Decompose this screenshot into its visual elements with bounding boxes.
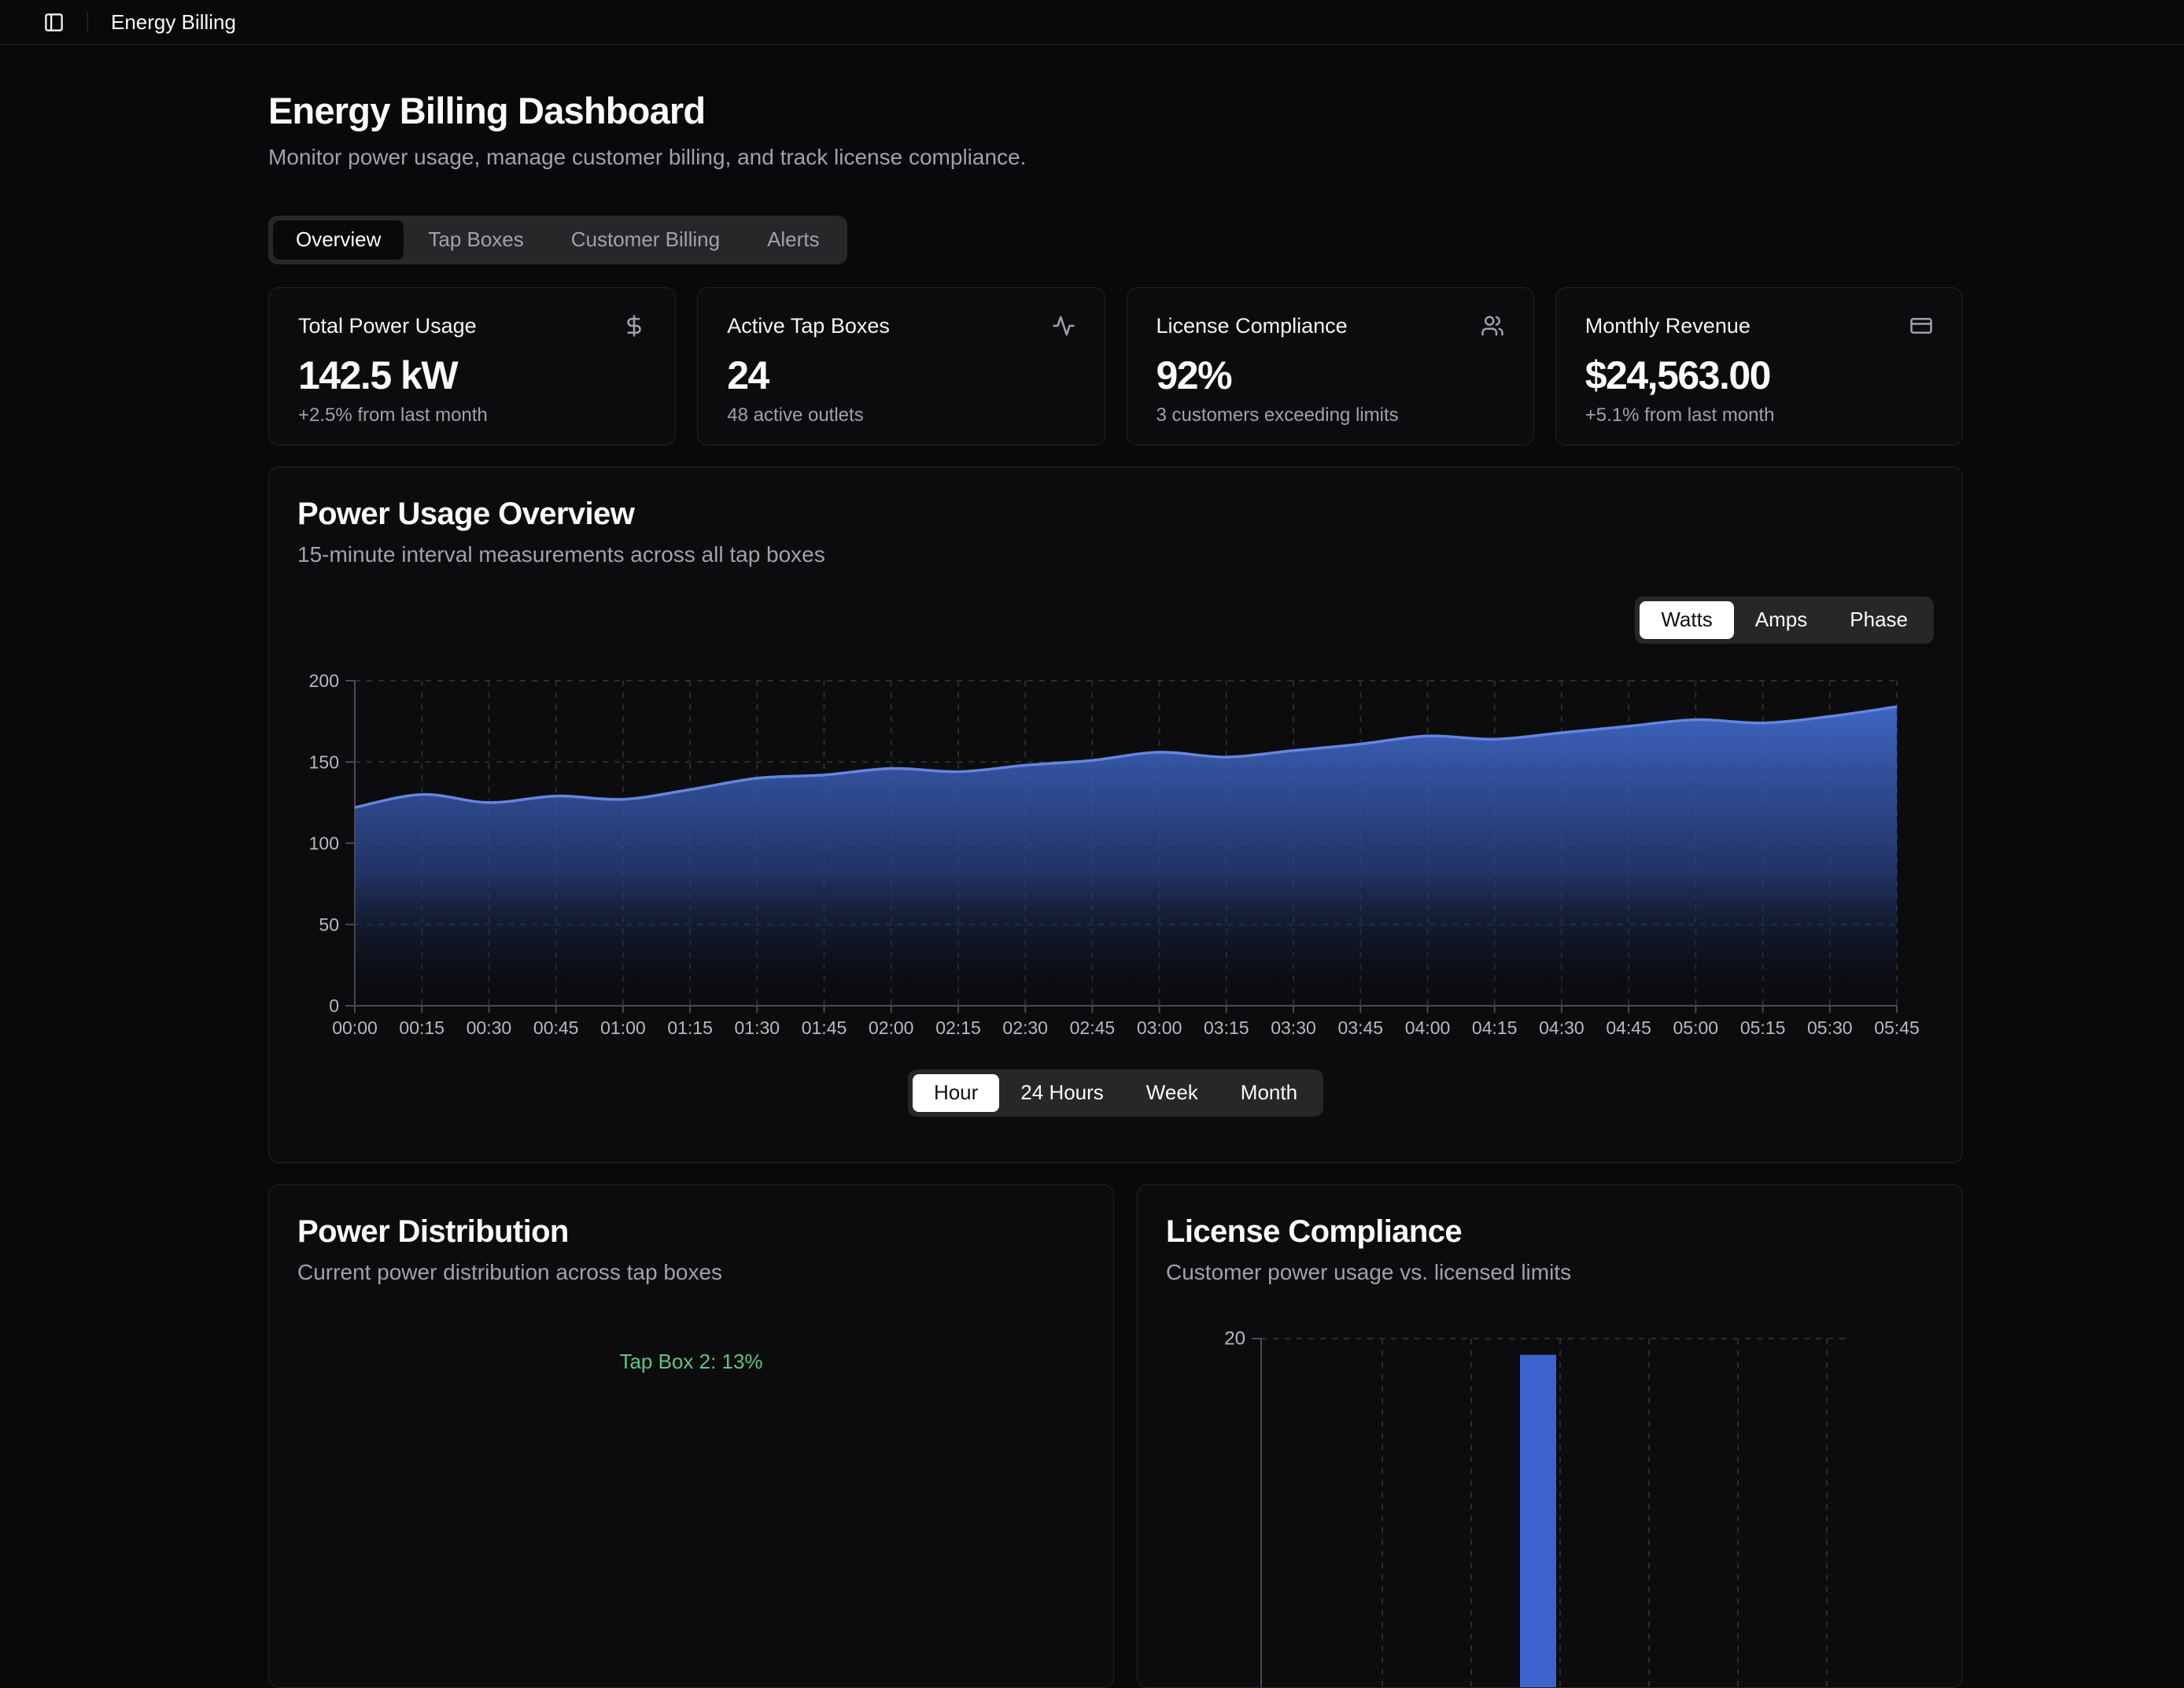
svg-text:01:45: 01:45 — [802, 1018, 847, 1037]
stat-card-active-tap-boxes: Active Tap Boxes 24 48 active outlets — [697, 287, 1105, 445]
page-title: Energy Billing Dashboard — [268, 90, 1963, 131]
pie-slice-label: Tap Box 2: 13% — [269, 1350, 1113, 1374]
compliance-bar-chart[interactable]: 20 — [1138, 1185, 1963, 1688]
tab-tap-boxes[interactable]: Tap Boxes — [405, 220, 546, 260]
stat-value: 142.5 kW — [298, 356, 646, 395]
topbar-divider — [87, 12, 88, 33]
power-usage-subtitle: 15-minute interval measurements across a… — [297, 542, 1934, 567]
bar-chart-svg: 20 — [1138, 1185, 1963, 1688]
stat-value: 24 — [727, 356, 1075, 395]
svg-text:04:15: 04:15 — [1472, 1018, 1518, 1037]
stat-value: $24,563.00 — [1585, 356, 1933, 395]
svg-text:50: 50 — [319, 914, 339, 934]
svg-text:04:00: 04:00 — [1405, 1018, 1451, 1037]
dollar-icon — [622, 314, 646, 338]
svg-text:01:15: 01:15 — [667, 1018, 713, 1037]
power-distribution-subtitle: Current power distribution across tap bo… — [297, 1260, 1085, 1285]
power-distribution-card: Power Distribution Current power distrib… — [268, 1184, 1114, 1688]
activity-icon — [1052, 314, 1075, 338]
stat-value: 92% — [1157, 356, 1504, 395]
range-week-button[interactable]: Week — [1125, 1074, 1219, 1112]
svg-text:03:00: 03:00 — [1137, 1018, 1182, 1037]
svg-text:05:30: 05:30 — [1807, 1018, 1853, 1037]
svg-text:02:45: 02:45 — [1070, 1018, 1116, 1037]
stat-note: 3 customers exceeding limits — [1157, 404, 1504, 427]
credit-card-icon — [1909, 314, 1933, 338]
svg-text:00:15: 00:15 — [399, 1018, 445, 1037]
unit-toggle-group: WattsAmpsPhase — [1635, 597, 1934, 644]
range-24-hours-button[interactable]: 24 Hours — [999, 1074, 1125, 1112]
unit-watts-button[interactable]: Watts — [1640, 601, 1733, 639]
tab-bar: OverviewTap BoxesCustomer BillingAlerts — [268, 216, 847, 264]
svg-text:05:15: 05:15 — [1740, 1018, 1786, 1037]
svg-text:03:30: 03:30 — [1271, 1018, 1316, 1037]
stat-label: Total Power Usage — [298, 314, 477, 338]
power-distribution-title: Power Distribution — [297, 1214, 1085, 1249]
stats-row: Total Power Usage 142.5 kW +2.5% from last… — [268, 287, 1963, 445]
svg-text:04:45: 04:45 — [1606, 1018, 1651, 1037]
bottom-row: Power Distribution Current power distrib… — [268, 1184, 1963, 1688]
unit-phase-button[interactable]: Phase — [1828, 601, 1929, 639]
tab-alerts[interactable]: Alerts — [744, 220, 842, 260]
svg-text:00:45: 00:45 — [533, 1018, 579, 1037]
svg-text:02:00: 02:00 — [869, 1018, 914, 1037]
svg-text:03:45: 03:45 — [1338, 1018, 1384, 1037]
stat-card-monthly-revenue: Monthly Revenue $24,563.00 +5.1% from last… — [1555, 287, 1963, 445]
main-content: Energy Billing Dashboard Monitor power u… — [268, 90, 1963, 1688]
panel-left-icon — [43, 12, 65, 33]
stat-label: License Compliance — [1157, 314, 1348, 338]
svg-text:200: 200 — [309, 670, 339, 691]
svg-text:20: 20 — [1224, 1328, 1245, 1349]
app-title: Energy Billing — [111, 10, 236, 35]
users-icon — [1481, 314, 1504, 338]
sidebar-toggle-button[interactable] — [43, 12, 65, 33]
stat-note: +5.1% from last month — [1585, 404, 1933, 427]
license-compliance-card: License Compliance Customer power usage … — [1137, 1184, 1963, 1688]
range-month-button[interactable]: Month — [1219, 1074, 1319, 1112]
tab-overview[interactable]: Overview — [273, 220, 404, 260]
svg-text:00:00: 00:00 — [332, 1018, 378, 1037]
svg-text:04:30: 04:30 — [1539, 1018, 1585, 1037]
tab-customer-billing[interactable]: Customer Billing — [548, 220, 743, 260]
svg-text:01:30: 01:30 — [735, 1018, 780, 1037]
svg-text:03:15: 03:15 — [1204, 1018, 1249, 1037]
svg-text:100: 100 — [309, 833, 339, 853]
svg-text:05:00: 05:00 — [1673, 1018, 1719, 1037]
svg-text:0: 0 — [329, 995, 339, 1016]
svg-text:02:15: 02:15 — [935, 1018, 981, 1037]
stat-label: Monthly Revenue — [1585, 314, 1751, 338]
stat-note: +2.5% from last month — [298, 404, 646, 427]
stat-note: 48 active outlets — [727, 404, 1075, 427]
page-subtitle: Monitor power usage, manage customer bil… — [268, 145, 1963, 170]
area-chart-svg: 00:00 00:15 00:30 00:45 01:00 01:15 01:30 01:45… — [297, 661, 1935, 1037]
svg-text:02:30: 02:30 — [1002, 1018, 1048, 1037]
power-usage-card: Power Usage Overview 15-minute interval … — [268, 467, 1963, 1163]
svg-text:150: 150 — [309, 752, 339, 772]
svg-text:05:45: 05:45 — [1874, 1018, 1920, 1037]
unit-amps-button[interactable]: Amps — [1734, 601, 1828, 639]
stat-label: Active Tap Boxes — [727, 314, 890, 338]
range-toggle-group: Hour24 HoursWeekMonth — [908, 1069, 1323, 1117]
svg-text:01:00: 01:00 — [600, 1018, 646, 1037]
topbar: Energy Billing — [0, 0, 2184, 45]
stat-card-license-compliance: License Compliance 92% 3 customers exceedi… — [1127, 287, 1534, 445]
stat-card-total-power-usage: Total Power Usage 142.5 kW +2.5% from last… — [268, 287, 676, 445]
range-hour-button[interactable]: Hour — [913, 1074, 999, 1112]
power-usage-area-chart[interactable]: 00:00 00:15 00:30 00:45 01:00 01:15 01:30 01:45… — [297, 661, 1934, 1041]
svg-text:00:30: 00:30 — [467, 1018, 512, 1037]
power-usage-title: Power Usage Overview — [297, 497, 1934, 531]
